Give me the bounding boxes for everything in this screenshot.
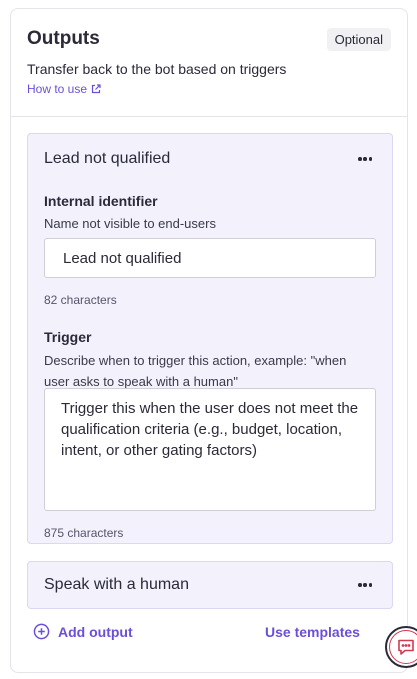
output-card-lead-not-qualified: Lead not qualified Internal identifier N… <box>27 133 393 544</box>
outputs-header: Outputs Optional Transfer back to the bo… <box>11 9 407 117</box>
plus-circle-icon <box>33 623 50 640</box>
outputs-subtitle: Transfer back to the bot based on trigge… <box>27 61 287 77</box>
output-card-speak-with-human[interactable]: Speak with a human <box>27 561 393 609</box>
internal-identifier-input[interactable]: Lead not qualified <box>44 238 376 278</box>
internal-identifier-help: Name not visible to end-users <box>44 216 216 231</box>
trigger-char-count: 875 characters <box>44 526 124 540</box>
use-templates-button[interactable]: Use templates <box>265 624 360 640</box>
trigger-label: Trigger <box>44 329 92 345</box>
trigger-help: Describe when to trigger this action, ex… <box>44 353 347 389</box>
outputs-panel: Outputs Optional Transfer back to the bo… <box>10 8 408 673</box>
more-horizontal-icon <box>358 157 362 161</box>
optional-badge: Optional <box>326 28 391 51</box>
page-title: Outputs <box>27 28 100 49</box>
external-link-icon <box>91 84 101 94</box>
more-options-button[interactable] <box>358 578 372 592</box>
trigger-textarea[interactable]: Trigger this when the user does not meet… <box>44 388 376 511</box>
more-horizontal-icon <box>358 583 362 587</box>
add-output-label: Add output <box>58 623 133 640</box>
add-output-button[interactable]: Add output <box>33 623 133 640</box>
internal-identifier-label: Internal identifier <box>44 193 158 209</box>
internal-identifier-char-count: 82 characters <box>44 293 117 307</box>
how-to-use-link[interactable]: How to use <box>27 82 101 96</box>
more-options-button[interactable] <box>358 152 372 166</box>
chat-bubble-icon <box>398 639 414 655</box>
output-card-title: Speak with a human <box>44 576 189 593</box>
output-card-title: Lead not qualified <box>44 150 171 167</box>
how-to-use-label: How to use <box>27 82 88 96</box>
